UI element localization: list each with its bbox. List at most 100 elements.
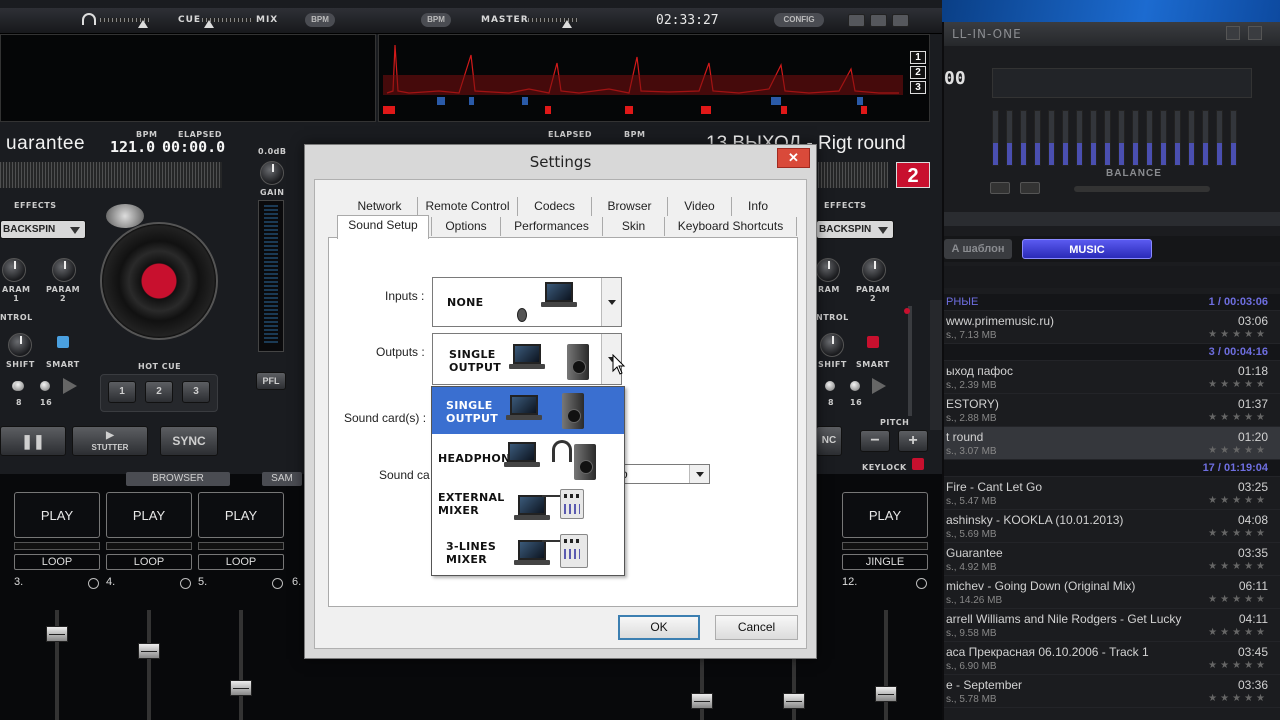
sampler-fader-11-cap[interactable] xyxy=(783,693,805,709)
playlist-group[interactable]: 17 / 01:19:04 xyxy=(944,460,1280,477)
sampler-fader-5-cap[interactable] xyxy=(230,680,252,696)
play-triangle-icon[interactable] xyxy=(872,378,886,394)
chevron-down-icon[interactable] xyxy=(601,278,621,326)
deck-right-shift-knob[interactable] xyxy=(820,333,844,357)
dialog-close-button[interactable]: ✕ xyxy=(777,148,810,168)
sampler-jingle-button[interactable]: JINGLE xyxy=(842,554,928,570)
hot-cue-1-button[interactable]: 1 xyxy=(108,381,136,403)
keylock-lock-icon[interactable] xyxy=(912,458,924,470)
output-option-external-mixer[interactable]: EXTERNAL MIXER xyxy=(432,481,624,528)
output-option-3-lines-mixer[interactable]: 3-LINES MIXER xyxy=(432,528,624,575)
outputs-select[interactable]: SINGLE OUTPUT xyxy=(432,333,622,385)
waveform-left[interactable] xyxy=(0,34,376,122)
deck-right-dot-8[interactable] xyxy=(825,381,835,391)
sampler-play-button[interactable]: PLAY xyxy=(198,492,284,538)
playlist-tab-template[interactable]: А шаблон xyxy=(944,239,1012,259)
deck-left-effect-select[interactable]: BACKSPIN xyxy=(0,220,86,239)
eq-band-5[interactable] xyxy=(1048,110,1055,166)
sampler-radio-icon[interactable] xyxy=(916,578,927,589)
eq-band-7[interactable] xyxy=(1076,110,1083,166)
rating-stars-icon[interactable]: ★★★★★ xyxy=(1208,561,1268,572)
balance-slider[interactable] xyxy=(1074,186,1210,192)
pause-button[interactable]: ❚❚ xyxy=(0,426,66,456)
eq-band-9[interactable] xyxy=(1104,110,1111,166)
close-button[interactable] xyxy=(892,14,909,27)
sampler-fader-12-cap[interactable] xyxy=(875,686,897,702)
rating-stars-icon[interactable]: ★★★★★ xyxy=(1208,495,1268,506)
rating-stars-icon[interactable]: ★★★★★ xyxy=(1208,660,1268,671)
play-triangle-icon[interactable] xyxy=(63,378,77,394)
eq-band-11[interactable] xyxy=(1132,110,1139,166)
rating-stars-icon[interactable]: ★★★★★ xyxy=(1208,528,1268,539)
playlist-item[interactable]: arrell Williams and Nile Rodgers - Get L… xyxy=(944,609,1280,642)
cue-mix-thumb[interactable] xyxy=(204,20,214,28)
deck-right-nc-button[interactable]: NC xyxy=(816,426,842,456)
waveform-number-2[interactable]: 2 xyxy=(910,66,926,79)
sync-button[interactable]: SYNC xyxy=(160,426,218,456)
bpm-right-button[interactable]: BPM xyxy=(421,13,451,27)
eq-band-6[interactable] xyxy=(1062,110,1069,166)
playlist-item-selected[interactable]: t round 01:20 s., 3.07 MB ★★★★★ xyxy=(944,427,1280,460)
playlist-item[interactable]: Fire - Cant Let Go 03:25 s., 5.47 MB ★★★★★ xyxy=(944,477,1280,510)
bpm-left-button[interactable]: BPM xyxy=(305,13,335,27)
deck-left-shift-knob[interactable] xyxy=(8,333,32,357)
deck-right-dot-16[interactable] xyxy=(850,381,860,391)
eq-band-13[interactable] xyxy=(1160,110,1167,166)
eq-band-3[interactable] xyxy=(1020,110,1027,166)
playlist-item[interactable]: www.primemusic.ru) 03:06 s., 7.13 MB ★★★★★ xyxy=(944,311,1280,344)
tab-network[interactable]: Network xyxy=(342,197,418,216)
tab-skin[interactable]: Skin xyxy=(603,217,665,236)
hot-cue-2-button[interactable]: 2 xyxy=(145,381,173,403)
eq-band-17[interactable] xyxy=(1216,110,1223,166)
playlist-item[interactable]: аса Прекрасная 06.10.2006 - Track 1 03:45… xyxy=(944,642,1280,675)
sampler-radio-icon[interactable] xyxy=(272,578,283,589)
playlist-item[interactable]: ashinsky - KOOKLA (10.01.2013) 04:08 s., 5… xyxy=(944,510,1280,543)
chevron-down-icon[interactable] xyxy=(689,465,709,483)
master-volume-thumb[interactable] xyxy=(562,20,572,28)
deck-left-mini-waveform[interactable] xyxy=(0,162,222,188)
waveform-right[interactable] xyxy=(378,34,930,122)
deck-right-mini-waveform[interactable] xyxy=(818,162,888,188)
deck-left-param2-knob[interactable] xyxy=(52,258,76,282)
lock-icon[interactable] xyxy=(57,336,69,348)
eq-band-16[interactable] xyxy=(1202,110,1209,166)
waveform-number-3[interactable]: 3 xyxy=(910,81,926,94)
sampler-loop-button[interactable]: LOOP xyxy=(106,554,192,570)
eq-band-12[interactable] xyxy=(1146,110,1153,166)
output-option-single-output[interactable]: SINGLE OUTPUT xyxy=(432,387,624,434)
rating-stars-icon[interactable]: ★★★★★ xyxy=(1208,329,1268,340)
playlist-item[interactable]: ыход пафос 01:18 s., 2.39 MB ★★★★★ xyxy=(944,361,1280,394)
ok-button[interactable]: OK xyxy=(618,615,700,640)
tab-remote-control[interactable]: Remote Control xyxy=(418,197,518,216)
equalizer[interactable] xyxy=(992,22,1242,172)
tab-sound-setup[interactable]: Sound Setup xyxy=(337,215,429,239)
deck-left-param1-knob[interactable] xyxy=(2,258,26,282)
eq-band-10[interactable] xyxy=(1118,110,1125,166)
media-small-button[interactable] xyxy=(990,182,1010,194)
rating-stars-icon[interactable]: ★★★★★ xyxy=(1208,412,1268,423)
eq-band-18[interactable] xyxy=(1230,110,1237,166)
playlist-item[interactable]: e - September 03:36 s., 5.78 MB ★★★★★ xyxy=(944,675,1280,708)
playlist-group[interactable]: РНЫЕ 1 / 00:03:06 xyxy=(944,294,1280,311)
sampler-radio-icon[interactable] xyxy=(180,578,191,589)
rating-stars-icon[interactable]: ★★★★★ xyxy=(1208,445,1268,456)
sampler-fader-10-cap[interactable] xyxy=(691,693,713,709)
deck-right-effect-select[interactable]: BACKSPIN xyxy=(816,220,894,239)
rating-stars-icon[interactable]: ★★★★★ xyxy=(1208,693,1268,704)
sampler-play-button[interactable]: PLAY xyxy=(14,492,100,538)
sampler-play-button[interactable]: PLAY xyxy=(842,492,928,538)
tab-video[interactable]: Video xyxy=(668,197,732,216)
tab-performances[interactable]: Performances xyxy=(501,217,603,236)
eq-band-1[interactable] xyxy=(992,110,999,166)
stutter-button[interactable]: ▶ STUTTER xyxy=(72,426,148,456)
pitch-plus-button[interactable]: + xyxy=(898,430,928,452)
deck-left-dot-16[interactable] xyxy=(40,381,50,391)
eq-band-4[interactable] xyxy=(1034,110,1041,166)
sampler-fader-4-cap[interactable] xyxy=(138,643,160,659)
sampler-tab[interactable]: SAM xyxy=(262,472,302,486)
pitch-minus-button[interactable]: − xyxy=(860,430,890,452)
close-button[interactable] xyxy=(1248,26,1262,40)
output-option-headphones[interactable]: HEADPHONES xyxy=(432,434,624,481)
tab-info[interactable]: Info xyxy=(732,197,784,216)
eq-band-14[interactable] xyxy=(1174,110,1181,166)
